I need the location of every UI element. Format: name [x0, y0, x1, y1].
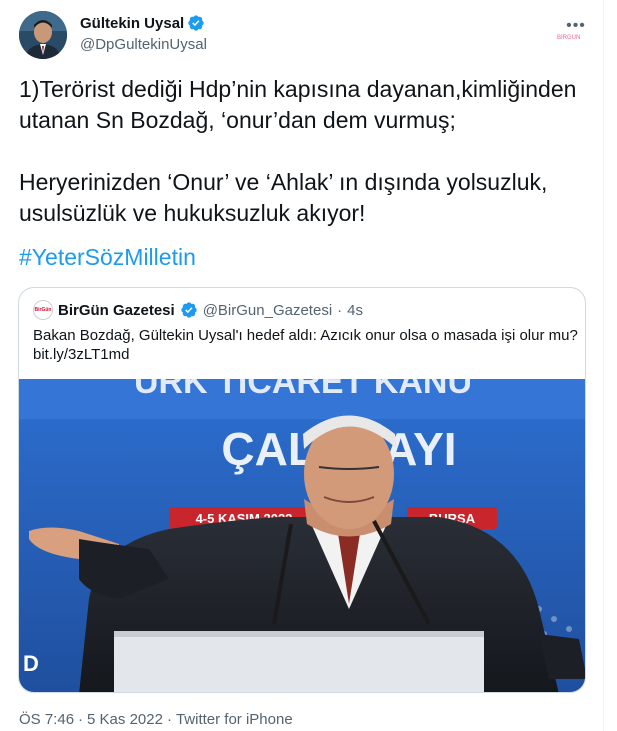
hashtag-link[interactable]: #YeterSözMilletin — [19, 244, 196, 271]
separator-dot: · — [337, 301, 343, 319]
verified-badge-icon — [188, 15, 204, 31]
profile-photo-icon — [19, 11, 67, 59]
author-name-text: Gültekin Uysal — [80, 14, 185, 32]
separator-dot: · — [78, 711, 84, 728]
author-handle[interactable]: @DpGultekinUysal — [80, 36, 207, 53]
banner-top-text: ÜRK TİCARET KANU — [134, 379, 472, 401]
quoted-tweet-link[interactable]: bit.ly/3zLT1md — [33, 346, 129, 363]
quoted-author-avatar: BirGün — [33, 300, 53, 320]
quoted-author-name: BirGün Gazetesi — [58, 301, 175, 319]
author-avatar[interactable] — [19, 11, 67, 59]
quoted-tweet-header: BirGün BirGün Gazetesi @BirGun_Gazetesi … — [33, 300, 363, 320]
tweet-time[interactable]: ÖS 7:46 — [19, 711, 74, 728]
quoted-timestamp: 4s — [347, 301, 363, 319]
quoted-tweet-text: Bakan Bozdağ, Gültekin Uysal'ı hedef ald… — [33, 327, 578, 344]
tweet-text: 1)Terörist dediği Hdp’nin kapısına dayan… — [19, 76, 577, 226]
quoted-tweet-photo[interactable]: ÜRK TİCARET KANU ÇALIŞTAYI 4-5 KASIM 202… — [19, 379, 586, 693]
tweet-date[interactable]: 5 Kas 2022 — [87, 711, 163, 728]
more-icon: ••• — [566, 17, 586, 34]
separator-dot: · — [166, 711, 172, 728]
tweet-metadata: ÖS 7:46 · 5 Kas 2022 · Twitter for iPhon… — [19, 711, 293, 728]
author-name[interactable]: Gültekin Uysal — [80, 14, 205, 32]
banner-side-text: D — [23, 651, 39, 676]
quoted-tweet[interactable]: BirGün BirGün Gazetesi @BirGun_Gazetesi … — [18, 287, 586, 693]
tweet-container: Gültekin Uysal @DpGultekinUysal ••• BİRG… — [0, 0, 604, 731]
tweet-source: Twitter for iPhone — [175, 711, 293, 728]
watermark-stamp: BİRGÜN — [557, 35, 581, 41]
quoted-avatar-logo: BirGün — [34, 307, 52, 313]
quoted-author-handle: @BirGun_Gazetesi — [202, 301, 333, 319]
verified-badge-icon — [181, 302, 197, 318]
